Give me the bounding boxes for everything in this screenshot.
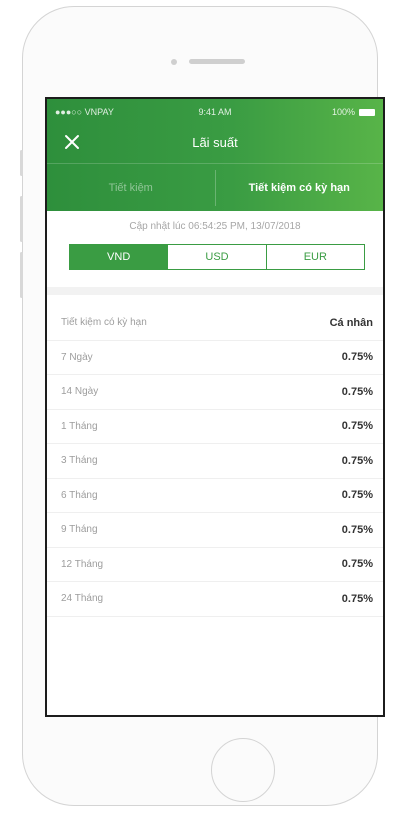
battery-status: 100% — [332, 107, 375, 117]
rate-value: 0.75% — [341, 420, 373, 433]
battery-percent: 100% — [331, 107, 355, 117]
rate-value: 0.75% — [341, 489, 373, 502]
term-label: 3 Tháng — [61, 455, 98, 467]
term-label: 24 Tháng — [61, 593, 104, 605]
term-label: 6 Tháng — [61, 489, 98, 501]
header-term: Tiết kiệm có kỳ hạn — [61, 317, 147, 329]
currency-vnd[interactable]: VND — [70, 245, 168, 269]
table-row: 24 Tháng 0.75% — [47, 582, 383, 617]
table-row: 7 Ngày 0.75% — [47, 341, 383, 375]
term-label: 1 Tháng — [61, 420, 98, 432]
app-screen: ●●●○○ VNPAY 9:41 AM 100% Lãi suất Tiết k… — [45, 97, 385, 717]
term-label: 7 Ngày — [61, 351, 93, 363]
table-row: 9 Tháng 0.75% — [47, 513, 383, 548]
table-row: 6 Tháng 0.75% — [47, 479, 383, 513]
currency-usd[interactable]: USD — [167, 245, 265, 269]
camera-dot — [171, 59, 177, 65]
rate-value: 0.75% — [341, 385, 373, 398]
rate-value: 0.75% — [341, 523, 373, 536]
close-icon[interactable] — [61, 131, 83, 153]
rate-value: 0.75% — [341, 351, 373, 364]
term-label: 12 Tháng — [61, 558, 104, 570]
volume-down-button — [20, 252, 23, 298]
status-bar: ●●●○○ VNPAY 9:41 AM 100% — [47, 99, 383, 123]
page-title: Lãi suất — [192, 135, 238, 150]
term-label: 9 Tháng — [61, 524, 98, 536]
rate-value: 0.75% — [341, 558, 373, 571]
table-header: Tiết kiệm có kỳ hạn Cá nhân — [47, 306, 383, 341]
nav-bar: Lãi suất — [47, 127, 383, 159]
battery-icon — [359, 108, 375, 116]
section-divider — [47, 287, 383, 295]
last-updated-text: Cập nhật lúc 06:54:25 PM, 13/07/2018 — [129, 221, 301, 232]
rate-value: 0.75% — [341, 592, 373, 605]
currency-selector: VND USD EUR — [69, 244, 365, 270]
table-row: 3 Tháng 0.75% — [47, 444, 383, 479]
table-row: 1 Tháng 0.75% — [47, 410, 383, 444]
interest-rate-table: Tiết kiệm có kỳ hạn Cá nhân 7 Ngày 0.75%… — [47, 306, 383, 617]
currency-eur[interactable]: EUR — [265, 245, 364, 269]
home-button[interactable] — [211, 738, 275, 802]
term-label: 14 Ngày — [61, 386, 99, 398]
volume-up-button — [20, 196, 23, 242]
tab-term-savings[interactable]: Tiết kiệm có kỳ hạn — [216, 164, 384, 212]
header-rate: Cá nhân — [329, 316, 373, 329]
rate-value: 0.75% — [341, 454, 373, 467]
app-header: ●●●○○ VNPAY 9:41 AM 100% Lãi suất Tiết k… — [47, 99, 383, 211]
savings-tabs: Tiết kiệm Tiết kiệm có kỳ hạn — [47, 163, 383, 212]
tab-savings[interactable]: Tiết kiệm — [47, 164, 215, 212]
earpiece-speaker — [189, 59, 245, 64]
table-row: 14 Ngày 0.75% — [47, 375, 383, 410]
mute-switch — [20, 150, 23, 176]
table-row: 12 Tháng 0.75% — [47, 548, 383, 582]
